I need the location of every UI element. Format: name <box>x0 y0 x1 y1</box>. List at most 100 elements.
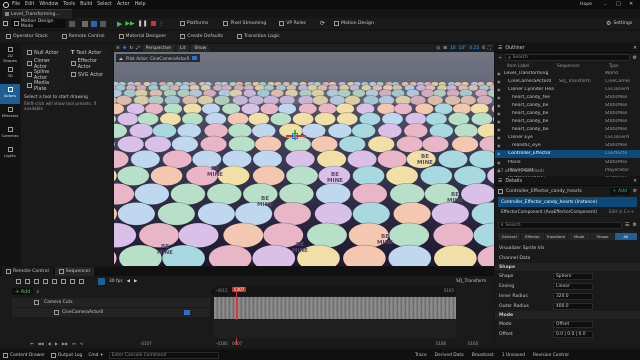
go-start-icon[interactable]: ⏮ <box>30 341 34 346</box>
visibility-eye-icon[interactable]: ◉ <box>495 103 504 108</box>
details-property-row[interactable]: Mode Offset <box>495 319 640 329</box>
perspective-button[interactable]: Perspective <box>142 44 175 52</box>
show-button[interactable]: Show <box>191 44 210 52</box>
seq-snap-icon[interactable] <box>98 278 105 285</box>
visibility-eye-icon[interactable]: ◉ <box>495 151 504 156</box>
visibility-eye-icon[interactable]: ◉ <box>495 71 504 76</box>
tab-effector[interactable]: Effector <box>521 232 544 240</box>
visibility-eye-icon[interactable]: ◉ <box>495 127 504 132</box>
sync-icon[interactable]: ⟳ <box>320 20 325 27</box>
trace-button[interactable]: Trace <box>415 353 427 358</box>
category-2d-shapes[interactable]: 2D Shapes <box>0 44 20 64</box>
broadcast-button[interactable]: Broadcast <box>472 353 494 358</box>
details-view-icon[interactable]: ☰ <box>625 222 629 228</box>
transition-logic-button[interactable]: Transition Logic <box>234 32 283 41</box>
outliner-filter-icon[interactable]: ⚙ <box>633 55 637 61</box>
col-item-label[interactable]: Item Label <box>507 63 557 68</box>
seq-content-icon[interactable] <box>25 279 30 284</box>
outliner-row[interactable]: ◉ Level_Transforming World <box>495 69 640 77</box>
derived-data-button[interactable]: Derived Data <box>435 353 464 358</box>
outliner-close-icon[interactable]: ✕ <box>633 46 637 51</box>
viewport-menu-icon[interactable]: ≡ <box>116 46 120 51</box>
outliner-row[interactable]: ◉ Cloner Eye CEClonerA <box>495 134 640 142</box>
details-instance-row[interactable]: Controller_Effector_candy_hearts (Instan… <box>498 197 637 207</box>
category-cameras[interactable]: Cameras <box>0 124 20 144</box>
outliner-row[interactable]: ◉ heart_candy_be StaticMes <box>495 101 640 109</box>
outliner-search-input[interactable]: ⌕ Search <box>505 54 630 61</box>
unsaved-button[interactable]: 1 Unsaved <box>502 353 525 358</box>
details-settings-icon[interactable]: ⚙ <box>633 189 637 194</box>
play-next-icon[interactable]: ▶▶ <box>125 20 134 27</box>
tab-mode[interactable]: Mode <box>567 232 591 240</box>
col-sequencer[interactable]: Sequencer <box>557 63 609 68</box>
track-camera-toggle-icon[interactable] <box>184 310 190 315</box>
details-property-row[interactable]: Shape Sphere <box>495 271 640 281</box>
outliner-row[interactable]: ◉ CineCameraActor0 SQ_Transform CineCamer <box>495 77 640 85</box>
menu-actor[interactable]: Actor <box>117 2 130 7</box>
seq-search-icon[interactable]: ⌕ <box>36 289 39 295</box>
details-property-row[interactable]: Offset 0.0 | 0.0 | 0.0 <box>495 329 640 339</box>
property-value[interactable]: Sphere <box>553 272 593 280</box>
details-close-icon[interactable]: ✕ <box>633 179 637 184</box>
go-end-icon[interactable]: ⏭ <box>72 341 76 346</box>
category-actors[interactable]: Actors <box>0 84 20 104</box>
null-actor-button[interactable]: Null Actor <box>24 48 66 57</box>
eject-icon[interactable]: ⏏ <box>119 56 123 61</box>
media-plate-button[interactable]: Media Plate <box>24 80 66 92</box>
pause-icon[interactable]: ❚❚ <box>138 20 148 27</box>
motion-design-button[interactable]: Motion Design <box>331 19 377 28</box>
details-search-input[interactable]: ⌕ Search <box>498 221 623 229</box>
content-drawer-button[interactable]: Content Drawer <box>3 352 45 358</box>
rotate-icon[interactable]: ↻ <box>129 46 133 51</box>
property-value[interactable]: Linear <box>553 282 593 290</box>
scale-snap-value[interactable]: 0.25 <box>469 46 479 51</box>
settings-button[interactable]: ⚙ Settings <box>603 19 635 28</box>
outliner-row[interactable]: ◉ Cloner Cylinder Hea CEClonerA <box>495 85 640 93</box>
details-property-row[interactable]: Inner Radius 320.0 <box>495 291 640 301</box>
seq-camera-icon[interactable] <box>34 279 39 284</box>
visibility-eye-icon[interactable]: ◉ <box>495 111 504 116</box>
details-section-header[interactable]: Shape <box>495 263 640 271</box>
seq-save-icon[interactable] <box>16 279 21 284</box>
menu-edit[interactable]: Edit <box>25 2 34 7</box>
details-section-header[interactable]: Mode <box>495 311 640 319</box>
lit-button[interactable]: Lit <box>177 44 189 52</box>
output-log-button[interactable]: Output Log <box>50 352 82 358</box>
menu-build[interactable]: Build <box>80 2 92 7</box>
tab-all[interactable]: All <box>614 232 637 240</box>
create-defaults-button[interactable]: Create Defaults <box>177 32 226 41</box>
outliner-row[interactable]: ◉ Plane StaticMes <box>495 158 640 166</box>
menu-file[interactable]: File <box>12 2 20 7</box>
viewport-maximize-icon[interactable]: ⛶ <box>488 45 491 51</box>
edit-cpp-link[interactable]: Edit in C++ <box>609 210 634 215</box>
property-value[interactable]: 400.0 <box>553 302 593 310</box>
next-key-icon[interactable]: ▶▶ <box>62 341 68 346</box>
property-value[interactable]: 0.0 | 0.0 | 0.0 <box>553 330 593 338</box>
vp-roles-button[interactable]: VP Roles <box>276 19 309 28</box>
visibility-eye-icon[interactable]: ◉ <box>495 143 504 148</box>
menu-tools[interactable]: Tools <box>63 2 75 7</box>
spline-actor-button[interactable]: Spline Actor <box>24 69 66 81</box>
category-lights[interactable]: Lights <box>0 144 20 164</box>
effector-actor-button[interactable]: Effector Actor <box>68 58 110 70</box>
category-3d[interactable]: 3D <box>0 64 20 84</box>
outliner-row[interactable]: ◉ realistic_eye StaticMes <box>495 142 640 150</box>
text-actor-button[interactable]: T Text Actor <box>68 48 110 57</box>
visibility-eye-icon[interactable]: ◉ <box>495 160 504 165</box>
stop-icon[interactable] <box>150 21 156 26</box>
visibility-eye-icon[interactable]: ◉ <box>495 87 504 92</box>
revision-control-button[interactable]: Revision Control <box>533 353 569 358</box>
menu-select[interactable]: Select <box>97 2 112 7</box>
details-gear-icon[interactable]: ⚙ <box>633 222 637 228</box>
seq-fps-value[interactable]: 30 fps <box>109 279 123 284</box>
material-designer-button[interactable]: Material Designer <box>116 32 170 41</box>
world-icon[interactable]: ◎ <box>436 46 440 51</box>
svg-actor-button[interactable]: SVG Actor <box>68 70 110 79</box>
visibility-eye-icon[interactable]: ◉ <box>495 95 504 100</box>
platforms-button[interactable]: Platforms <box>177 19 212 28</box>
outliner-row[interactable]: ◉ Controller_Effector CEEffecto <box>495 149 640 159</box>
seq-nav-back-icon[interactable]: ◀ <box>127 279 130 284</box>
maximize-icon[interactable]: □ <box>616 1 621 7</box>
col-type[interactable]: Type <box>609 63 619 68</box>
outliner-row[interactable]: ◉ heart_candy_be StaticMes <box>495 126 640 134</box>
